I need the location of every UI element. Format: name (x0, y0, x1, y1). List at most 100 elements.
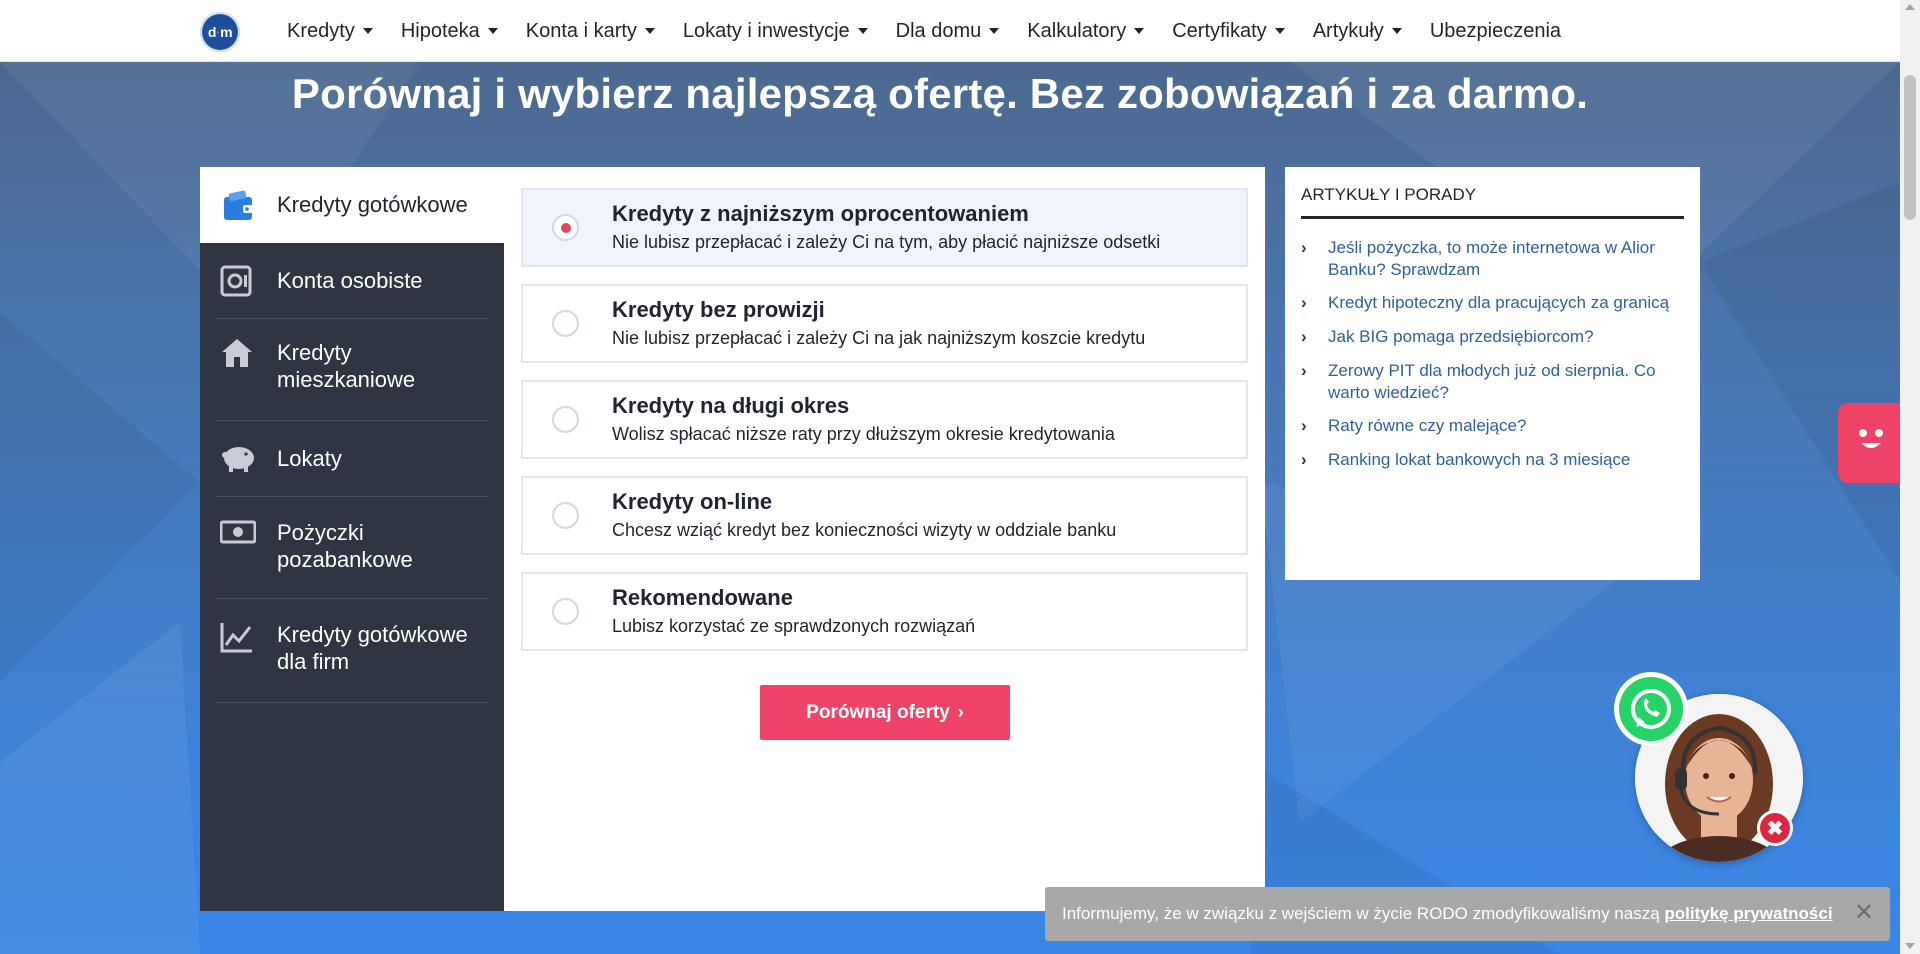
site-logo[interactable]: d · m (200, 12, 240, 52)
articles-panel: ARTYKUŁY I PORADY › Jeśli pożyczka, to mo… (1285, 167, 1700, 580)
wallet-icon (222, 189, 256, 228)
piggy-bank-icon (220, 441, 258, 478)
sidebar-active-label: Kredyty gotówkowe (277, 192, 468, 217)
sidebar-item-kredyty-gotowkowe[interactable]: Kredyty gotówkowe (200, 167, 504, 243)
sidebar-item-label: Pożyczki pozabankowe (277, 520, 413, 572)
article-link[interactable]: › Kredyt hipoteczny dla pracujących za gr… (1301, 292, 1684, 314)
offer-option[interactable]: Kredyty on-line Chcesz wziąć kredyt bez k… (521, 476, 1248, 555)
nav-item-certyfikaty[interactable]: Certyfikaty (1172, 19, 1285, 43)
nav-item-kalkulatory[interactable]: Kalkulatory (1027, 20, 1145, 43)
sidebar-item-label: Konta osobiste (277, 268, 423, 293)
radio-button[interactable] (552, 406, 579, 433)
article-link-text: Zerowy PIT dla młodych już od sierpnia. … (1328, 361, 1656, 402)
radio-button[interactable] (552, 598, 579, 625)
offer-option-title: Rekomendowane (612, 585, 793, 610)
nav-item-label: Kredyty (287, 19, 355, 42)
chevron-down-icon (487, 28, 498, 34)
offer-option-title: Kredyty z najniższym oprocentowaniem (612, 201, 1029, 226)
article-link-text: Jeśli pożyczka, to może internetowa w Al… (1328, 238, 1655, 279)
article-link-text: Ranking lokat bankowych na 3 miesiące (1328, 450, 1631, 469)
sidebar-item-kredyty-gotowkowe-dla-firm[interactable]: Kredyty gotówkowe dla firm (216, 599, 488, 703)
offer-option-description: Nie lubisz przepłacać i zależy Ci na jak… (612, 328, 1146, 348)
sidebar-item-kredyty-mieszkaniowe[interactable]: Kredyty mieszkaniowe (216, 319, 488, 421)
offer-option-description: Lubisz korzystać ze sprawdzonych rozwiąz… (612, 616, 976, 636)
scrollbar-thumb[interactable] (1904, 75, 1916, 220)
banknote-icon (219, 519, 257, 550)
offer-option-description: Chcesz wziąć kredyt bez konieczności wiz… (612, 520, 1117, 540)
sidebar-item-label: Kredyty gotówkowe dla firm (277, 622, 468, 674)
nav-item-label: Certyfikaty (1172, 19, 1267, 42)
sidebar-item-pozyczki-pozabankowe[interactable]: Pożyczki pozabankowe (216, 497, 488, 599)
chevron-right-icon: › (1301, 293, 1307, 312)
house-icon (220, 337, 254, 374)
article-link-text: Raty równe czy malejące? (1328, 416, 1527, 435)
articles-heading: ARTYKUŁY I PORADY (1301, 185, 1477, 204)
nav-item-label: Ubezpieczenia (1429, 19, 1562, 42)
nav-item-ubezpieczenia[interactable]: Ubezpieczenia (1430, 20, 1561, 43)
nav-item-lokaty-i-inwestycje[interactable]: Lokaty i inwestycje (683, 20, 868, 43)
page-headline: Porównaj i wybierz najlepszą ofertę. Bez… (291, 70, 1589, 117)
offer-option-title: Kredyty bez prowizji (612, 297, 825, 322)
offer-option[interactable]: Kredyty bez prowizji Nie lubisz przepłaca… (521, 284, 1248, 363)
chatbot-tab[interactable] (1838, 403, 1900, 483)
rodo-message: Informujemy, że w związku z wejściem w ż… (1062, 904, 1833, 924)
chevron-down-icon (1274, 28, 1285, 34)
chevron-down-icon (644, 28, 655, 34)
offer-option-description: Wolisz spłacać niższe raty przy dłuższym… (612, 424, 1115, 444)
radio-button[interactable] (552, 214, 579, 241)
radio-button[interactable] (552, 310, 579, 337)
chatbot-face-icon (1844, 417, 1898, 461)
nav-item-label: Artykuły (1312, 19, 1384, 42)
chevron-down-icon (1391, 28, 1402, 34)
whatsapp-button[interactable] (1614, 672, 1688, 746)
sidebar-item-label: Lokaty (277, 446, 342, 471)
nav-item-label: Hipoteka (400, 19, 480, 42)
chevron-down-icon (857, 28, 868, 34)
offer-option[interactable]: Kredyty na długi okres Wolisz spłacać niż… (521, 380, 1248, 459)
safe-icon (220, 265, 252, 302)
chart-icon (220, 621, 254, 658)
article-link[interactable]: › Raty równe czy malejące? (1301, 415, 1684, 437)
sidebar-item-label: Kredyty mieszkaniowe (277, 340, 416, 392)
nav-item-label: Dla domu (895, 19, 982, 42)
chevron-right-icon: › (1301, 238, 1307, 257)
article-link-text: Kredyt hipoteczny dla pracujących za gra… (1328, 293, 1670, 312)
nav-item-konta-i-karty[interactable]: Konta i karty (526, 20, 655, 43)
article-link-text: Jak BIG pomaga przedsiębiorcom? (1328, 327, 1594, 346)
article-link[interactable]: › Jeśli pożyczka, to może internetowa w A… (1301, 237, 1684, 281)
nav-item-label: Konta i karty (525, 19, 637, 42)
sidebar-item-konta-osobiste[interactable]: Konta osobiste (216, 243, 488, 319)
offer-option[interactable]: Rekomendowane Lubisz korzystać ze sprawdz… (521, 572, 1248, 651)
top-navigation: d · m Kredyty Hipoteka Konta i karty Lokaty i… (0, 0, 1900, 62)
scroll-up-arrow[interactable] (1905, 4, 1915, 10)
chevron-right-icon: › (957, 702, 964, 722)
nav-item-kredyty[interactable]: Kredyty (287, 20, 373, 43)
rodo-message-text: Informujemy, że w związku z wejściem w ż… (1062, 904, 1665, 923)
chevron-down-icon (1134, 28, 1145, 34)
article-link[interactable]: › Jak BIG pomaga przedsiębiorcom? (1301, 326, 1684, 348)
close-consultant-button[interactable]: ✖ (1757, 810, 1793, 846)
nav-item-dla-domu[interactable]: Dla domu (896, 20, 1000, 43)
offer-option-title: Kredyty on-line (612, 489, 773, 514)
radio-button[interactable] (552, 502, 579, 529)
compare-offers-label: Porównaj oferty (806, 701, 950, 723)
chevron-right-icon: › (1301, 416, 1307, 435)
nav-item-artyku-y[interactable]: Artykuły (1313, 20, 1402, 43)
scroll-down-arrow[interactable] (1905, 943, 1915, 949)
chevron-right-icon: › (1301, 327, 1307, 346)
close-icon[interactable]: ✕ (1854, 901, 1874, 925)
nav-item-hipoteka[interactable]: Hipoteka (401, 20, 498, 43)
articles-divider (1301, 216, 1684, 219)
article-link[interactable]: › Ranking lokat bankowych na 3 miesiące (1301, 449, 1684, 471)
sidebar-item-lokaty[interactable]: Lokaty (216, 421, 488, 497)
offer-option-title: Kredyty na długi okres (612, 393, 850, 418)
offer-option[interactable]: Kredyty z najniższym oprocentowaniem Nie … (521, 188, 1248, 267)
rodo-notice: Informujemy, że w związku z wejściem w ż… (1045, 887, 1890, 941)
chevron-down-icon (362, 28, 373, 34)
offer-option-description: Nie lubisz przepłacać i zależy Ci na tym… (612, 232, 1161, 252)
whatsapp-icon (1631, 689, 1671, 729)
compare-offers-button[interactable]: Porównaj oferty › (760, 685, 1010, 740)
chevron-right-icon: › (1301, 450, 1307, 469)
privacy-policy-link[interactable]: politykę prywatności (1664, 904, 1832, 923)
article-link[interactable]: › Zerowy PIT dla młodych już od sierpnia.… (1301, 360, 1684, 404)
